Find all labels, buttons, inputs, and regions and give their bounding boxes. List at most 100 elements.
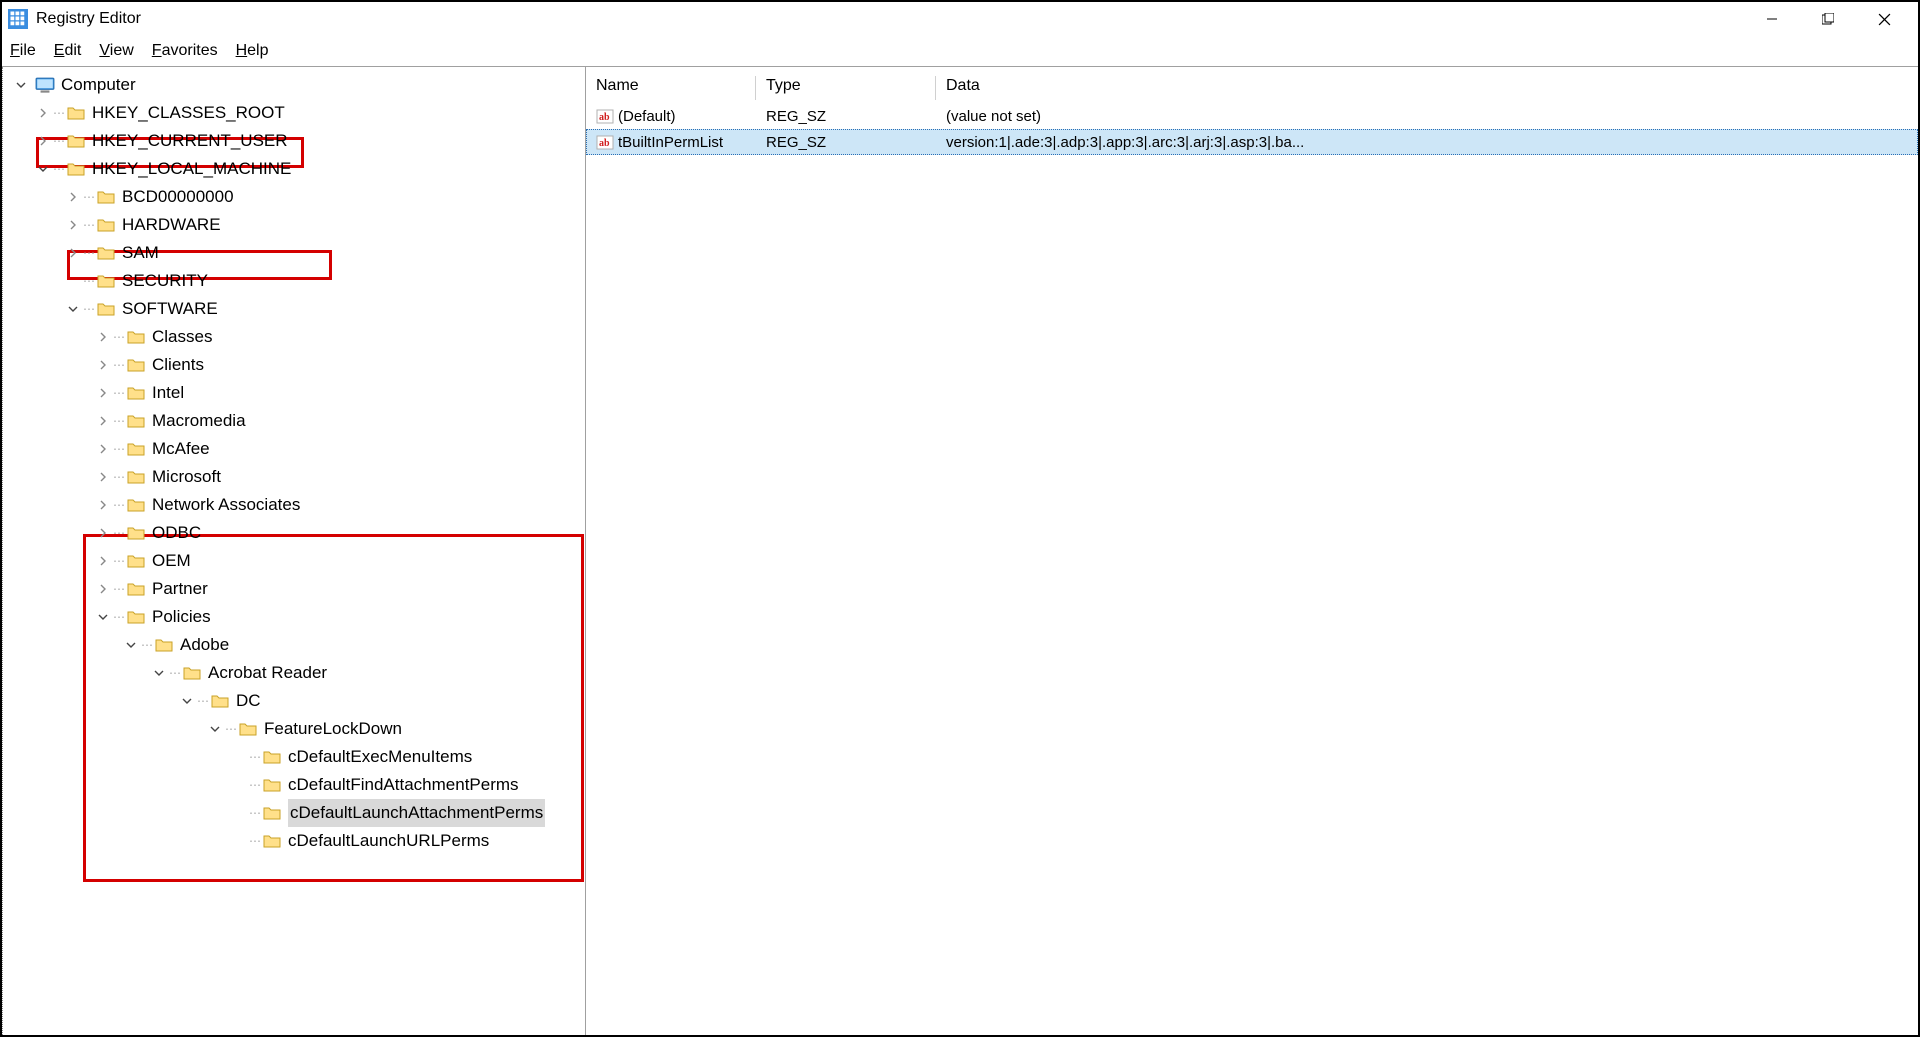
tree-label: Adobe: [180, 631, 229, 659]
tree-item-hardware[interactable]: ⋯ HARDWARE: [3, 211, 585, 239]
column-header-type[interactable]: Type: [756, 76, 936, 100]
value-data: (value not set): [936, 108, 1918, 125]
value-type: REG_SZ: [756, 108, 936, 125]
tree-item-partner[interactable]: ⋯ Partner: [3, 575, 585, 603]
tree-item-bcd[interactable]: ⋯ BCD00000000: [3, 183, 585, 211]
tree-item-intel[interactable]: ⋯ Intel: [3, 379, 585, 407]
tree-label: Network Associates: [152, 491, 300, 519]
tree-item-classes[interactable]: ⋯ Classes: [3, 323, 585, 351]
tree-label: cDefaultLaunchURLPerms: [288, 827, 489, 855]
column-header-data[interactable]: Data: [936, 76, 1918, 100]
folder-icon: [154, 636, 174, 654]
tree-item-oem[interactable]: ⋯ OEM: [3, 547, 585, 575]
expand-icon[interactable]: [95, 332, 111, 342]
expand-icon[interactable]: [179, 696, 195, 706]
tree-item-cdefault-find[interactable]: ⋯ cDefaultFindAttachmentPerms: [3, 771, 585, 799]
tree-item-acrobat-reader[interactable]: ⋯ Acrobat Reader: [3, 659, 585, 687]
folder-icon: [126, 356, 146, 374]
tree-label: OEM: [152, 547, 191, 575]
tree-item-dc[interactable]: ⋯ DC: [3, 687, 585, 715]
tree-item-microsoft[interactable]: ⋯ Microsoft: [3, 463, 585, 491]
minimize-button[interactable]: [1744, 2, 1800, 36]
menu-edit[interactable]: Edit: [54, 42, 82, 60]
tree-item-network-associates[interactable]: ⋯ Network Associates: [3, 491, 585, 519]
folder-icon: [126, 412, 146, 430]
folder-icon: [66, 132, 86, 150]
tree-label: SAM: [122, 239, 159, 267]
tree-item-policies[interactable]: ⋯ Policies: [3, 603, 585, 631]
menu-bar: File Edit View Favorites Help: [2, 36, 1918, 66]
folder-icon: [96, 300, 116, 318]
tree-item-hkcu[interactable]: ⋯ HKEY_CURRENT_USER: [3, 127, 585, 155]
expand-icon[interactable]: [95, 556, 111, 566]
expand-icon[interactable]: [65, 192, 81, 202]
close-button[interactable]: [1856, 2, 1912, 36]
tree-item-cdefault-exec[interactable]: ⋯ cDefaultExecMenuItems: [3, 743, 585, 771]
value-name: tBuiltInPermList: [618, 134, 723, 151]
expand-icon[interactable]: [13, 80, 29, 90]
tree-label: Computer: [61, 71, 136, 99]
tree-label: cDefaultExecMenuItems: [288, 743, 472, 771]
folder-icon: [126, 328, 146, 346]
expand-icon[interactable]: [123, 640, 139, 650]
tree-item-hkcr[interactable]: ⋯ HKEY_CLASSES_ROOT: [3, 99, 585, 127]
menu-favorites[interactable]: Favorites: [152, 42, 218, 60]
tree-item-featurelockdown[interactable]: ⋯ FeatureLockDown: [3, 715, 585, 743]
tree-item-adobe[interactable]: ⋯ Adobe: [3, 631, 585, 659]
expand-icon[interactable]: [95, 388, 111, 398]
expand-icon[interactable]: [35, 164, 51, 174]
value-name: (Default): [618, 108, 676, 125]
tree-item-mcafee[interactable]: ⋯ McAfee: [3, 435, 585, 463]
expand-icon[interactable]: [207, 724, 223, 734]
tree-item-computer[interactable]: Computer: [3, 71, 585, 99]
expand-icon[interactable]: [95, 612, 111, 622]
folder-icon: [126, 524, 146, 542]
computer-icon: [35, 76, 55, 94]
expand-icon[interactable]: [95, 528, 111, 538]
values-pane[interactable]: Name Type Data ab (Default) REG_SZ(value n…: [586, 67, 1918, 1035]
tree-item-cdefault-launch-url[interactable]: ⋯ cDefaultLaunchURLPerms: [3, 827, 585, 855]
svg-text:ab: ab: [599, 138, 610, 149]
value-row[interactable]: abtBuiltInPermListREG_SZversion:1|.ade:3…: [586, 129, 1918, 155]
tree-item-odbc[interactable]: ⋯ ODBC: [3, 519, 585, 547]
expand-icon[interactable]: [95, 500, 111, 510]
menu-file[interactable]: File: [10, 42, 36, 60]
expand-icon[interactable]: [65, 304, 81, 314]
folder-icon: [262, 832, 282, 850]
column-header-name[interactable]: Name: [586, 76, 756, 100]
tree-item-software[interactable]: ⋯ SOFTWARE: [3, 295, 585, 323]
expand-icon[interactable]: [65, 248, 81, 258]
folder-icon: [262, 776, 282, 794]
tree-item-hklm[interactable]: ⋯ HKEY_LOCAL_MACHINE: [3, 155, 585, 183]
tree-label: Classes: [152, 323, 212, 351]
tree-item-macromedia[interactable]: ⋯ Macromedia: [3, 407, 585, 435]
expand-icon[interactable]: [95, 584, 111, 594]
folder-icon: [182, 664, 202, 682]
tree-label: FeatureLockDown: [264, 715, 402, 743]
expand-icon[interactable]: [95, 472, 111, 482]
expand-icon[interactable]: [151, 668, 167, 678]
folder-icon: [126, 580, 146, 598]
folder-icon: [96, 244, 116, 262]
tree-item-cdefault-launch-attach[interactable]: ⋯ cDefaultLaunchAttachmentPerms: [3, 799, 585, 827]
expand-icon[interactable]: [95, 444, 111, 454]
app-icon: [8, 9, 28, 29]
value-data: version:1|.ade:3|.adp:3|.app:3|.arc:3|.a…: [936, 134, 1918, 151]
tree-item-clients[interactable]: ⋯ Clients: [3, 351, 585, 379]
values-body[interactable]: ab(Default)REG_SZ(value not set)abtBuilt…: [586, 103, 1918, 1035]
expand-icon[interactable]: [35, 136, 51, 146]
expand-icon[interactable]: [95, 416, 111, 426]
menu-view[interactable]: View: [99, 42, 133, 60]
tree-item-security[interactable]: ⋯ SECURITY: [3, 267, 585, 295]
tree-pane[interactable]: Computer ⋯ HKEY_CLASSES_ROOT ⋯ HKEY_CURR…: [2, 67, 586, 1035]
folder-icon: [66, 104, 86, 122]
tree-item-sam[interactable]: ⋯ SAM: [3, 239, 585, 267]
value-row[interactable]: ab(Default)REG_SZ(value not set): [586, 103, 1918, 129]
folder-icon: [210, 692, 230, 710]
expand-icon[interactable]: [35, 108, 51, 118]
expand-icon[interactable]: [65, 220, 81, 230]
folder-icon: [126, 496, 146, 514]
menu-help[interactable]: Help: [236, 42, 269, 60]
expand-icon[interactable]: [95, 360, 111, 370]
maximize-button[interactable]: [1800, 2, 1856, 36]
